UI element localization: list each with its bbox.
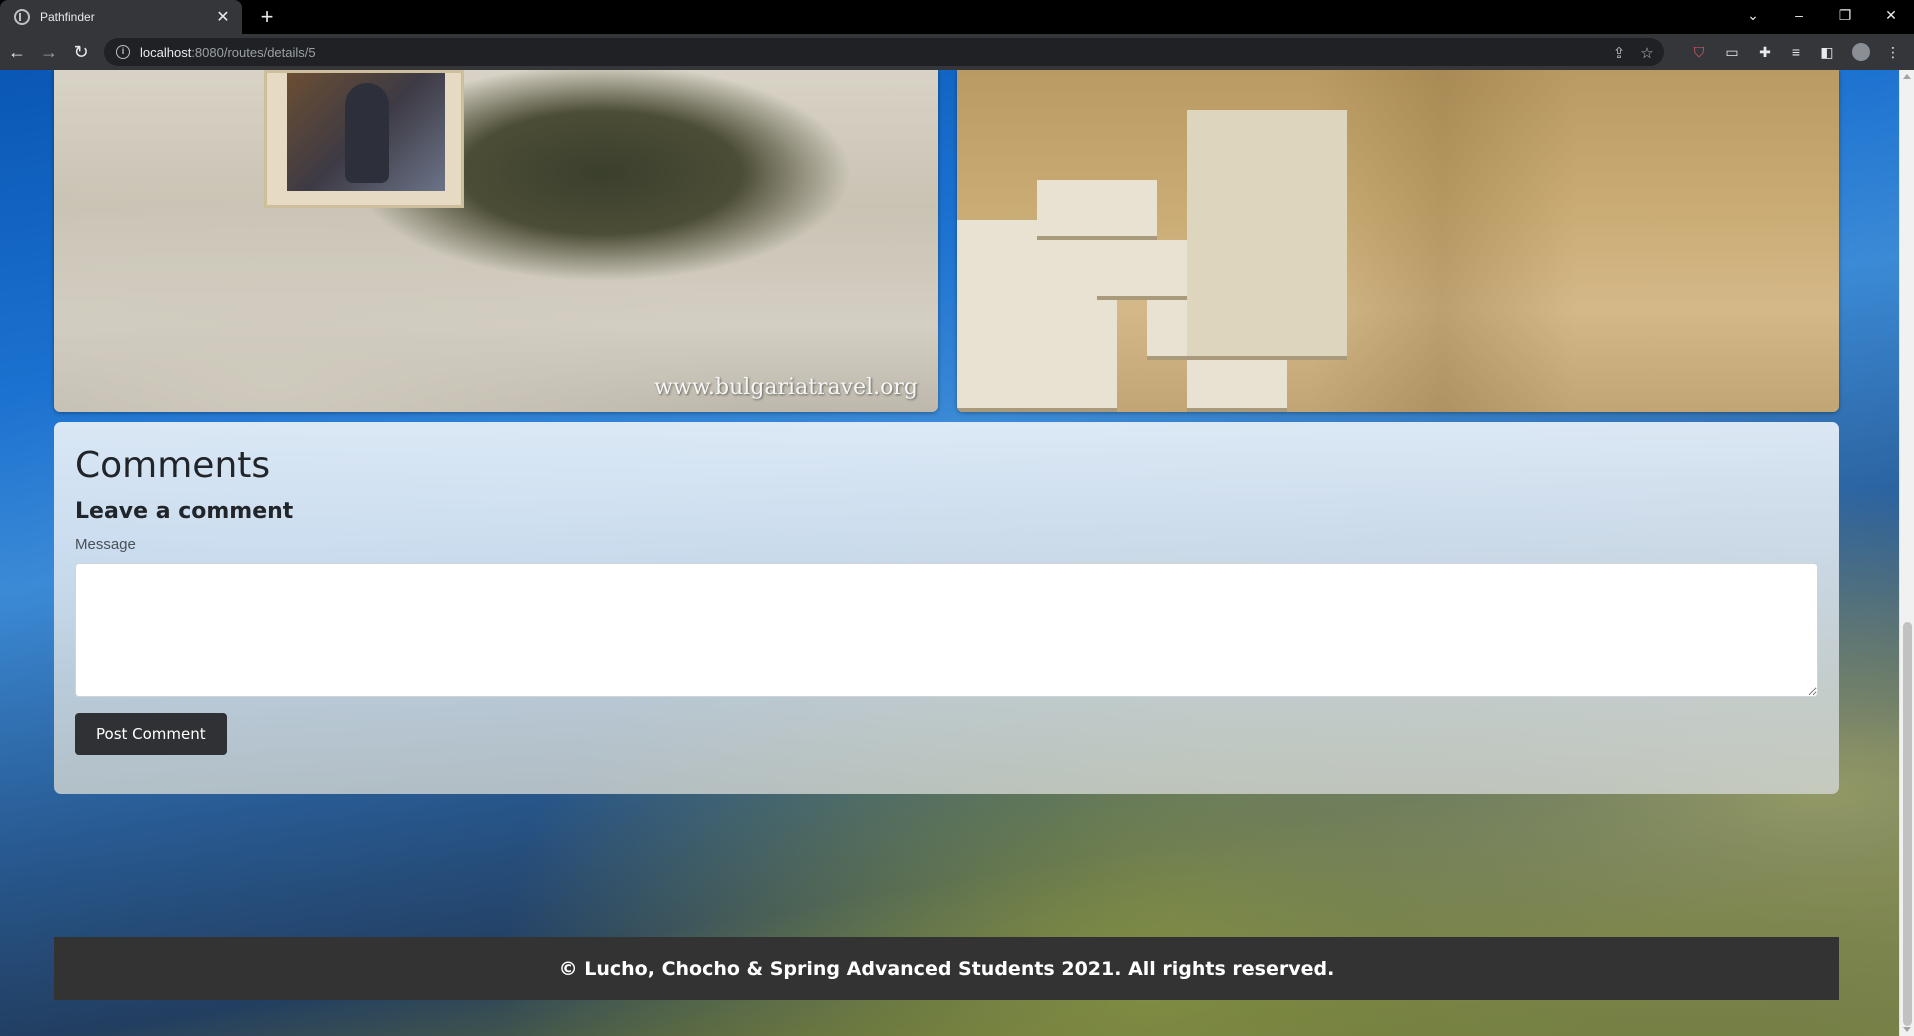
- address-bar[interactable]: i localhost:8080/routes/details/5 ⇪ ☆: [104, 38, 1664, 66]
- restore-button[interactable]: ❐: [1822, 0, 1868, 34]
- media-control-icon[interactable]: ≡: [1787, 43, 1805, 61]
- extension-icon[interactable]: ▭: [1723, 43, 1741, 61]
- message-label: Message: [75, 536, 136, 553]
- url-host: localhost: [140, 44, 192, 60]
- url-path: :8080/routes/details/5: [191, 44, 316, 60]
- stone-stairs-photo: [957, 70, 1839, 412]
- page-footer: © Lucho, Chocho & Spring Advanced Studen…: [54, 937, 1839, 1000]
- page-scrollbar[interactable]: [1899, 70, 1914, 1036]
- reload-button[interactable]: ↻: [68, 39, 94, 65]
- shield-extension-icon[interactable]: ⛉: [1690, 43, 1708, 61]
- browser-toolbar: ← → ↻ i localhost:8080/routes/details/5 …: [0, 34, 1914, 70]
- bookmark-star-icon[interactable]: ☆: [1638, 44, 1656, 62]
- message-input[interactable]: [75, 563, 1818, 697]
- tab-search-button[interactable]: ⌄: [1730, 0, 1776, 34]
- comments-card: Comments Leave a comment Message Post Co…: [54, 422, 1839, 794]
- puzzle-icon[interactable]: ✚: [1756, 43, 1774, 61]
- cave-icon-photo: www.bulgariatravel.org: [54, 70, 938, 412]
- scrollbar-thumb[interactable]: [1903, 622, 1912, 1026]
- leave-comment-heading: Leave a comment: [75, 499, 294, 524]
- close-icon[interactable]: ✕: [214, 7, 232, 27]
- photo-watermark: www.bulgariatravel.org: [654, 375, 918, 400]
- menu-icon[interactable]: ⋮: [1884, 43, 1902, 61]
- profile-avatar[interactable]: [1852, 43, 1870, 61]
- scroll-down-arrow-icon[interactable]: [1903, 1027, 1911, 1032]
- icon-painting: [264, 70, 464, 208]
- forward-button[interactable]: →: [36, 39, 62, 65]
- browser-tab[interactable]: Pathfinder ✕: [0, 0, 242, 34]
- post-comment-button[interactable]: Post Comment: [75, 713, 227, 755]
- page-viewport: www.bulgariatravel.org Comments Leave a …: [0, 70, 1914, 1036]
- minimize-button[interactable]: –: [1776, 0, 1822, 34]
- back-button[interactable]: ←: [4, 39, 30, 65]
- share-icon[interactable]: ⇪: [1610, 44, 1628, 62]
- tab-title: Pathfinder: [40, 10, 95, 24]
- new-tab-button[interactable]: +: [254, 4, 280, 30]
- globe-icon: [14, 9, 30, 25]
- window-close-button[interactable]: ✕: [1868, 0, 1914, 34]
- footer-copyright: © Lucho, Chocho & Spring Advanced Studen…: [558, 957, 1335, 980]
- info-icon[interactable]: i: [116, 45, 130, 59]
- comments-title: Comments: [75, 445, 271, 486]
- side-panel-icon[interactable]: ◧: [1818, 43, 1836, 61]
- scroll-up-arrow-icon[interactable]: [1903, 74, 1911, 79]
- browser-tab-strip: Pathfinder ✕ + ⌄ – ❐ ✕: [0, 0, 1914, 34]
